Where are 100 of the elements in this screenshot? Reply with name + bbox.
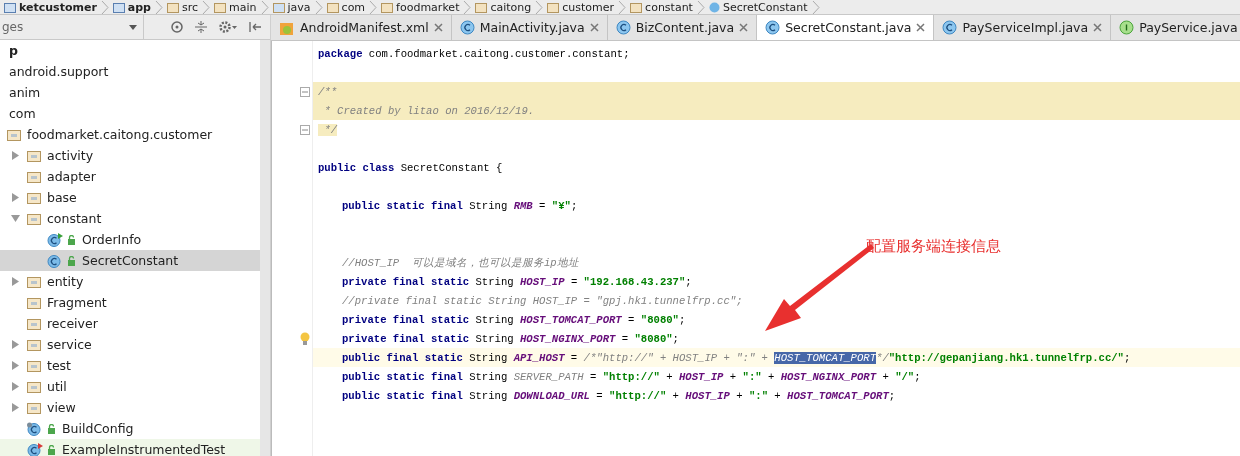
editor-tab[interactable]: SecretConstant.java	[757, 15, 935, 40]
editor-tab[interactable]: PayServiceImpl.java	[934, 15, 1112, 40]
locate-icon[interactable]	[170, 20, 184, 34]
code-line: public static final String DOWNLOAD_URL = "http://" + HOST_IP + ":" + HOST_TOMCAT_PORT;	[342, 389, 896, 402]
close-icon[interactable]	[739, 23, 749, 32]
chevron-separator-icon	[535, 0, 544, 14]
editor-tab[interactable]: MainActivity.java	[451, 15, 608, 40]
collapsed-arrow-icon[interactable]	[11, 340, 20, 349]
breadcrumb-item[interactable]: SecretConstant	[704, 0, 812, 14]
folder-icon	[475, 1, 488, 13]
code-line: private final static String HOST_IP = "192.168.43.237";	[342, 275, 692, 288]
tree-item[interactable]: receiver	[0, 313, 260, 334]
code-line: public static final String SERVER_PATH = "http://" + HOST_IP + ":" + HOST_NGINX_PORT + "/";	[342, 370, 921, 383]
tree-item[interactable]: anim	[0, 82, 260, 103]
tree-item[interactable]: service	[0, 334, 260, 355]
editor-tab[interactable]: BizContent.java	[607, 15, 758, 40]
collapsed-arrow-icon[interactable]	[11, 361, 20, 370]
caret-icon	[129, 24, 137, 30]
tree-item[interactable]: BuildConfig	[0, 418, 260, 439]
collapsed-arrow-icon[interactable]	[11, 403, 20, 412]
module-icon	[4, 1, 16, 13]
tree-item[interactable]: entity	[0, 271, 260, 292]
tree-item[interactable]: util	[0, 376, 260, 397]
tree-item-label: constant	[47, 211, 102, 226]
tree-item-label: foodmarket.caitong.customer	[27, 127, 213, 142]
fold-icon[interactable]	[300, 86, 310, 97]
code-line: private final static String HOST_NGINX_PORT = "8080";	[342, 332, 679, 345]
class-icon	[708, 1, 720, 13]
tree-item[interactable]: com	[0, 103, 260, 124]
breadcrumb-item[interactable]: main	[210, 0, 261, 14]
breadcrumb-item[interactable]: foodmarket	[377, 0, 464, 14]
chevron-separator-icon	[696, 0, 705, 14]
editor-tab[interactable]: PayService.java	[1111, 15, 1240, 40]
breadcrumb-item[interactable]: com	[322, 0, 370, 14]
tree-item-label: Fragment	[47, 295, 107, 310]
code-line: private final static String HOST_TOMCAT_PORT = "8080";	[342, 313, 686, 326]
lock-icon	[47, 423, 56, 434]
folder-icon	[547, 1, 560, 13]
chevron-separator-icon	[618, 0, 627, 14]
collapsed-arrow-icon[interactable]	[11, 193, 20, 202]
lightbulb-icon[interactable]	[300, 331, 310, 346]
collapsed-arrow-icon[interactable]	[11, 277, 20, 286]
tree-item-label: base	[47, 190, 77, 205]
chevron-separator-icon	[314, 0, 323, 14]
breadcrumb-item[interactable]: java	[268, 0, 315, 14]
fold-end-icon[interactable]	[300, 124, 310, 135]
tree-item[interactable]: activity	[0, 145, 260, 166]
breadcrumb-item[interactable]: ketcustomer	[0, 0, 101, 14]
close-icon[interactable]	[916, 23, 926, 32]
class-icon	[459, 20, 475, 35]
close-icon[interactable]	[433, 23, 443, 32]
breadcrumb-item[interactable]: app	[108, 0, 155, 14]
interface-icon	[1119, 20, 1135, 35]
code-line: package com.foodmarket.caitong.customer.constant;	[318, 47, 630, 60]
tree-item[interactable]: test	[0, 355, 260, 376]
close-icon[interactable]	[589, 23, 599, 32]
tree-item-label: p	[9, 43, 18, 58]
tree-item[interactable]: base	[0, 187, 260, 208]
hide-icon[interactable]	[248, 20, 262, 34]
tree-item[interactable]: android.support	[0, 61, 260, 82]
folder-icon	[27, 338, 41, 351]
tree-item[interactable]: constant	[0, 208, 260, 229]
chevron-separator-icon	[811, 0, 820, 14]
tree-item[interactable]: p	[0, 40, 260, 61]
scrollbar[interactable]	[260, 40, 270, 456]
class-icon	[47, 253, 63, 268]
folder-icon	[27, 317, 41, 330]
lock-icon	[67, 255, 76, 266]
tree-item[interactable]: SecretConstant	[0, 250, 260, 271]
collapse-icon[interactable]	[194, 20, 208, 34]
close-icon[interactable]	[1093, 23, 1103, 32]
folder-icon	[326, 1, 339, 13]
folder-icon	[27, 275, 41, 288]
collapsed-arrow-icon[interactable]	[11, 382, 20, 391]
settings-icon[interactable]	[218, 20, 238, 34]
collapsed-arrow-icon[interactable]	[11, 151, 20, 160]
tree-item-label: adapter	[47, 169, 96, 184]
lock-icon	[67, 234, 76, 245]
tree-item[interactable]: ExampleInstrumentedTest	[0, 439, 260, 456]
folder-icon	[27, 191, 41, 204]
tree-item[interactable]: view	[0, 397, 260, 418]
breadcrumb-item[interactable]: constant	[626, 0, 697, 14]
chevron-separator-icon	[155, 0, 163, 14]
tree-item[interactable]: foodmarket.caitong.customer	[0, 124, 260, 145]
tree-item-label: ExampleInstrumentedTest	[62, 442, 226, 456]
tree-item[interactable]: adapter	[0, 166, 260, 187]
folder-icon	[214, 1, 227, 13]
editor-tab[interactable]: AndroidManifest.xml	[271, 15, 452, 40]
code-line: public static final String RMB = "¥";	[342, 199, 578, 212]
folder-icon	[27, 212, 41, 225]
breadcrumb-item[interactable]: customer	[543, 0, 619, 14]
tree-item-label: activity	[47, 148, 94, 163]
breadcrumb-item[interactable]: caitong	[471, 0, 536, 14]
folder-icon	[381, 1, 394, 13]
tree-item[interactable]: OrderInfo	[0, 229, 260, 250]
tree-item[interactable]: Fragment	[0, 292, 260, 313]
folder-icon	[27, 170, 41, 183]
breadcrumb-item[interactable]: src	[163, 0, 203, 14]
tree-item-label: SecretConstant	[82, 253, 179, 268]
expanded-arrow-icon[interactable]	[11, 214, 20, 223]
